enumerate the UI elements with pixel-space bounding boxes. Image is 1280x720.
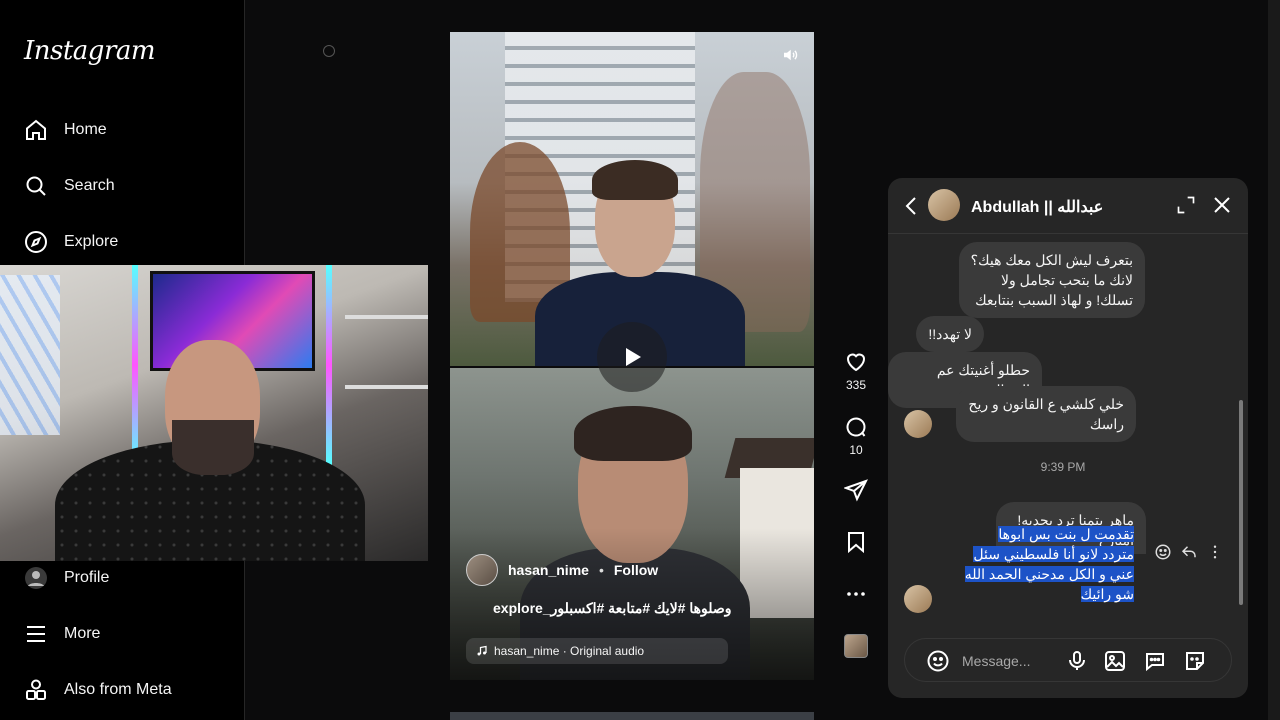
speaker-icon[interactable] bbox=[781, 46, 799, 64]
separator-dot: • bbox=[598, 562, 604, 578]
chat-messages: بتعرف ليش الكل معك هيك؟ لانك ما بتحب تجا… bbox=[888, 234, 1248, 619]
direct-message-panel: Abdullah || عبدالله بتعرف ليش الكل معك ه… bbox=[888, 178, 1248, 698]
send-icon[interactable] bbox=[844, 478, 868, 502]
more-action[interactable] bbox=[836, 582, 876, 606]
instagram-logo[interactable]: Instagram bbox=[24, 36, 156, 66]
sidebar-item-label: More bbox=[64, 625, 101, 642]
sidebar-item-explore[interactable]: Explore bbox=[24, 222, 118, 262]
message-bubble-selected[interactable]: تقدمت ل بنت بس ابوها متردد لانو أنا فلسط… bbox=[953, 522, 1146, 612]
message-bubble[interactable]: خلي كلشي ع القانون و ريح راسك bbox=[956, 386, 1136, 442]
message-tools bbox=[1154, 543, 1224, 561]
loading-spinner bbox=[323, 45, 335, 57]
sidebar-item-search[interactable]: Search bbox=[24, 166, 115, 206]
led-strip-left bbox=[132, 265, 138, 465]
message-input[interactable] bbox=[962, 649, 1062, 673]
emoji-icon[interactable] bbox=[926, 649, 950, 673]
sidebar-item-label: Explore bbox=[64, 233, 119, 250]
music-note-icon bbox=[477, 645, 487, 656]
shelf bbox=[345, 315, 428, 319]
follow-button[interactable]: Follow bbox=[614, 562, 658, 578]
chat-scrollbar[interactable] bbox=[1238, 238, 1244, 618]
video-person-hair bbox=[574, 406, 692, 461]
reel-video-following[interactable] bbox=[450, 712, 814, 720]
sidebar-item-also-from-meta[interactable]: Also from Meta bbox=[24, 670, 172, 710]
page-scrollbar[interactable] bbox=[1268, 0, 1280, 720]
sidebar-item-home[interactable]: Home bbox=[24, 110, 107, 150]
like-count: 335 bbox=[845, 378, 867, 392]
more-vertical-icon[interactable] bbox=[1206, 543, 1224, 561]
message-composer bbox=[904, 638, 1232, 682]
message-bubble[interactable]: بتعرف ليش الكل معك هيك؟ لانك ما بتحب تجا… bbox=[958, 242, 1145, 318]
sidebar-item-label: Profile bbox=[64, 569, 110, 586]
sidebar-item-profile[interactable]: Profile bbox=[24, 558, 109, 598]
play-icon bbox=[626, 348, 641, 366]
led-strip-right bbox=[326, 265, 332, 465]
reel-video-next[interactable] bbox=[450, 368, 814, 680]
streamer-beard bbox=[172, 420, 254, 475]
time-divider: 9:39 PM bbox=[1040, 460, 1086, 474]
back-chevron-icon[interactable] bbox=[900, 194, 924, 218]
sidebar-item-label: Search bbox=[64, 177, 115, 194]
share-action[interactable] bbox=[836, 478, 876, 502]
sidebar-item-label: Also from Meta bbox=[64, 681, 172, 698]
chat-bubble-icon[interactable] bbox=[1143, 649, 1167, 673]
sender-avatar[interactable] bbox=[904, 585, 932, 613]
message-bubble[interactable]: لا تهدد!! bbox=[916, 316, 984, 352]
microphone-icon[interactable] bbox=[1065, 649, 1089, 673]
menu-icon bbox=[27, 626, 45, 642]
search-icon bbox=[26, 176, 46, 196]
webcam-overlay bbox=[0, 265, 428, 561]
heart-icon[interactable] bbox=[844, 350, 868, 374]
sidebar-item-more[interactable]: More bbox=[24, 614, 100, 654]
more-horizontal-icon[interactable] bbox=[844, 582, 868, 606]
wall-hex-lights bbox=[0, 275, 60, 435]
audio-thumbnail[interactable] bbox=[844, 634, 868, 658]
expand-icon[interactable] bbox=[1176, 195, 1196, 215]
chat-header: Abdullah || عبدالله bbox=[888, 178, 1248, 234]
comment-action[interactable]: 10 bbox=[836, 415, 876, 457]
shelf bbox=[345, 385, 428, 389]
image-icon[interactable] bbox=[1103, 649, 1127, 673]
video-person-hair bbox=[592, 160, 678, 200]
play-button[interactable] bbox=[597, 322, 667, 392]
save-action[interactable] bbox=[836, 530, 876, 554]
sender-avatar[interactable] bbox=[904, 410, 932, 438]
profile-avatar bbox=[25, 567, 47, 589]
bookmark-icon[interactable] bbox=[844, 530, 868, 554]
reel-author-row: hasan_nime • Follow bbox=[466, 554, 658, 586]
comment-count: 10 bbox=[849, 443, 863, 457]
chat-scrollbar-thumb[interactable] bbox=[1239, 400, 1243, 605]
audio-label: hasan_nime · Original audio bbox=[494, 644, 645, 658]
author-username[interactable]: hasan_nime bbox=[508, 562, 589, 578]
like-action[interactable]: 335 bbox=[836, 350, 876, 392]
reply-icon[interactable] bbox=[1180, 543, 1198, 561]
compass-icon bbox=[25, 231, 47, 253]
sidebar-item-label: Home bbox=[64, 121, 107, 138]
author-avatar[interactable] bbox=[466, 554, 498, 586]
comment-icon[interactable] bbox=[844, 415, 868, 439]
chat-title[interactable]: Abdullah || عبدالله bbox=[971, 197, 1103, 217]
reel-caption[interactable]: وصلوها #لايك #متابعة #اكسبلور_explore bbox=[493, 600, 793, 617]
chat-avatar[interactable] bbox=[928, 189, 960, 221]
react-emoji-icon[interactable] bbox=[1154, 543, 1172, 561]
meta-grid-icon bbox=[26, 679, 46, 700]
home-icon bbox=[26, 119, 46, 140]
selected-text: تقدمت ل بنت بس ابوها متردد لانو أنا فلسط… bbox=[964, 526, 1134, 602]
close-icon[interactable] bbox=[1210, 193, 1234, 217]
audio-link[interactable]: hasan_nime · Original audio bbox=[466, 638, 728, 664]
reel-video-current[interactable] bbox=[450, 32, 814, 366]
sticker-icon[interactable] bbox=[1183, 649, 1207, 673]
